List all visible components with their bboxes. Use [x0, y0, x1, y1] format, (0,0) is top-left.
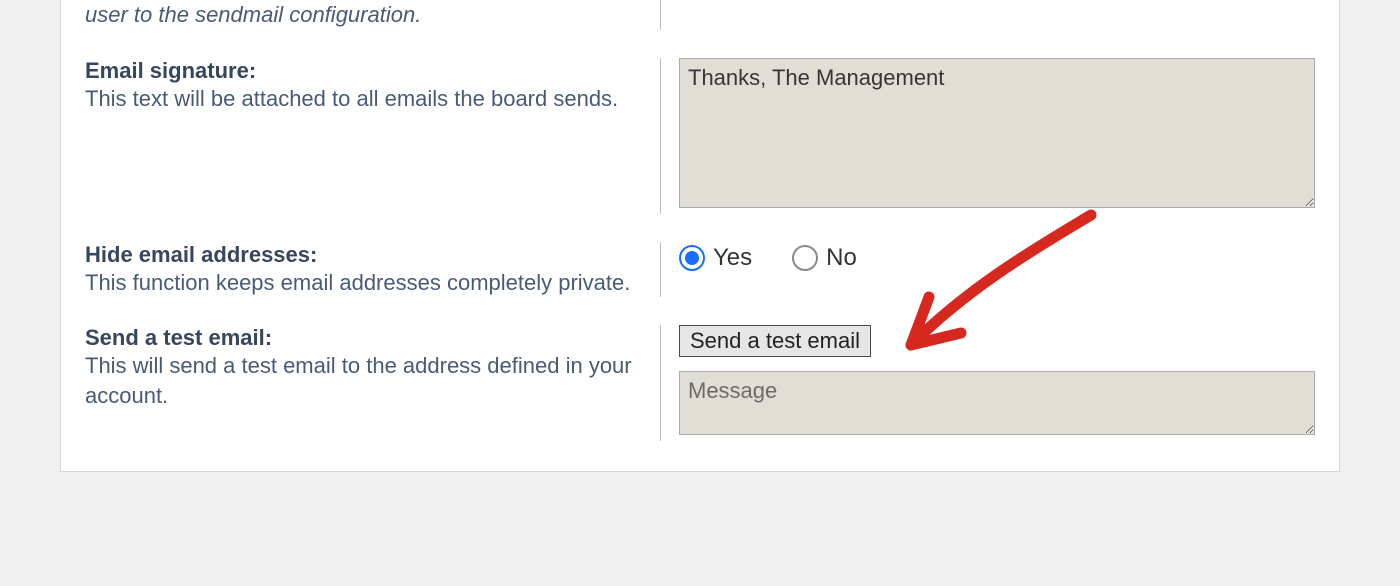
hide-email-desc: This function keeps email addresses comp…	[85, 268, 642, 298]
email-signature-textarea[interactable]	[679, 58, 1315, 208]
sendmail-note: user to the sendmail configuration.	[85, 0, 642, 30]
hide-email-yes-label: Yes	[713, 244, 752, 272]
hide-email-label: Hide email addresses:	[85, 242, 642, 268]
radio-checked-icon	[679, 245, 705, 271]
send-test-email-button[interactable]: Send a test email	[679, 325, 871, 357]
radio-unchecked-icon	[792, 245, 818, 271]
test-email-message-textarea[interactable]	[679, 371, 1315, 435]
hide-email-no-label: No	[826, 244, 857, 272]
email-signature-desc: This text will be attached to all emails…	[85, 84, 642, 114]
email-signature-label: Email signature:	[85, 58, 642, 84]
hide-email-yes-option[interactable]: Yes	[679, 244, 752, 272]
test-email-label: Send a test email:	[85, 325, 642, 351]
test-email-desc: This will send a test email to the addre…	[85, 351, 642, 410]
hide-email-no-option[interactable]: No	[792, 244, 857, 272]
